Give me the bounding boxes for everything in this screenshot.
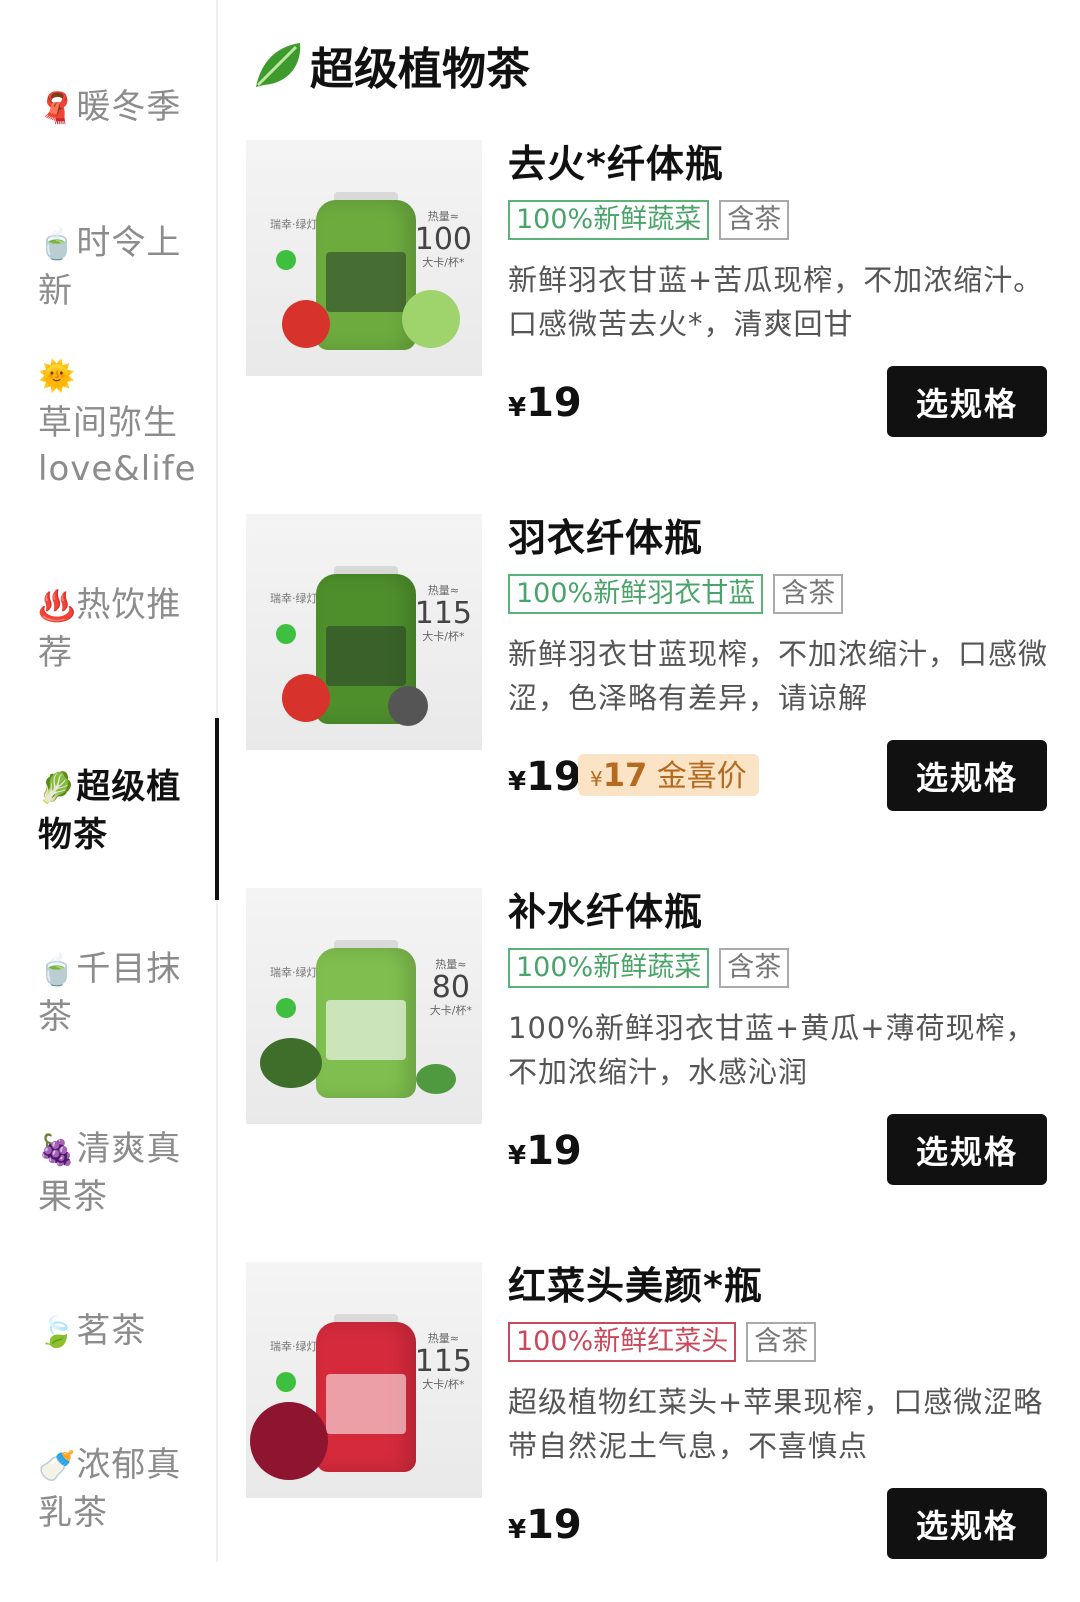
sidebar-item-milk-tea[interactable]: 🍼浓郁真 乳茶 bbox=[38, 1442, 198, 1536]
sidebar-item-matcha[interactable]: 🍵千目抹 茶 bbox=[38, 946, 198, 1040]
select-spec-button[interactable]: 选规格 bbox=[887, 740, 1047, 811]
product-tags: 100%新鲜蔬菜 含茶 bbox=[508, 948, 790, 988]
ingredient-tag: 100%新鲜羽衣甘蓝 bbox=[508, 574, 764, 614]
product-price: ¥19 bbox=[508, 1128, 582, 1174]
sidebar-item-label: 浓郁真 bbox=[76, 1445, 182, 1485]
leaves-icon: 🍃 bbox=[38, 1315, 77, 1350]
product-price: ¥19 bbox=[508, 754, 582, 800]
sidebar-item-warm-winter[interactable]: 🧣暖冬季 bbox=[38, 84, 198, 132]
bottle-label bbox=[326, 626, 406, 686]
select-spec-button[interactable]: 选规格 bbox=[887, 1114, 1047, 1185]
bottle-label bbox=[326, 1000, 406, 1060]
sidebar-item-label-cont: love&life bbox=[38, 449, 197, 489]
product-card[interactable]: 瑞幸·绿灯 热量≈ 115 大卡/杯* 红菜头美颜*瓶 100%新鲜红菜头 含茶 超… bbox=[246, 1262, 1056, 1602]
leafy-green-icon: 🥬 bbox=[38, 771, 77, 806]
green-light-icon bbox=[276, 250, 296, 270]
calorie-badge: 热量≈ 115 大卡/杯* bbox=[414, 1332, 472, 1391]
calorie-badge: 热量≈ 100 大卡/杯* bbox=[414, 210, 472, 269]
select-spec-button[interactable]: 选规格 bbox=[887, 1488, 1047, 1559]
category-title-text: 超级植物茶 bbox=[310, 44, 530, 95]
cucumber-graphic bbox=[260, 1038, 322, 1088]
sidebar-item-seasonal-new[interactable]: 🍵时令上 新 bbox=[38, 220, 198, 314]
sidebar-item-label: 清爽真 bbox=[76, 1129, 182, 1169]
calorie-badge: 热量≈ 80 大卡/杯* bbox=[429, 958, 472, 1017]
category-sidebar: 🧣暖冬季 🍵时令上 新 🌞 草间弥生 love&life ♨️热饮推 荐 🥬超级植… bbox=[0, 0, 218, 1562]
baby-bottle-icon: 🍼 bbox=[38, 1449, 77, 1484]
product-description: 新鲜羽衣甘蓝+苦瓜现榨，不加浓缩汁。口感微苦去火*，清爽回甘 bbox=[508, 263, 1044, 341]
apple-graphic bbox=[282, 674, 330, 722]
calorie-badge: 热量≈ 115 大卡/杯* bbox=[414, 584, 472, 643]
contains-tea-tag: 含茶 bbox=[773, 574, 844, 614]
contains-tea-tag: 含茶 bbox=[746, 1322, 817, 1362]
ingredient-tag: 100%新鲜红菜头 bbox=[508, 1322, 737, 1362]
sidebar-item-label-cont: 新 bbox=[38, 271, 73, 311]
sidebar-item-label: 暖冬季 bbox=[76, 87, 182, 127]
product-name: 红菜头美颜*瓶 bbox=[508, 1264, 763, 1308]
sidebar-item-classic-tea[interactable]: 🍃茗茶 bbox=[38, 1308, 198, 1356]
contains-tea-tag: 含茶 bbox=[719, 200, 790, 240]
bottle-label bbox=[326, 252, 406, 312]
brand-mark: 瑞幸·绿灯 bbox=[270, 966, 318, 979]
product-name: 羽衣纤体瓶 bbox=[508, 516, 704, 560]
sidebar-item-label: 热饮推 bbox=[76, 585, 182, 625]
product-description: 新鲜羽衣甘蓝现榨，不加浓缩汁，口感微涩，色泽略有差异，请谅解 bbox=[508, 637, 1049, 715]
product-card[interactable]: 瑞幸·绿灯 热量≈ 100 大卡/杯* 去火*纤体瓶 100%新鲜蔬菜 含茶 新鲜羽… bbox=[246, 140, 1056, 480]
green-light-icon bbox=[276, 624, 296, 644]
product-image[interactable]: 瑞幸·绿灯 热量≈ 115 大卡/杯* bbox=[246, 514, 482, 750]
product-description: 超级植物红菜头+苹果现榨，口感微涩略带自然泥土气息，不喜慎点 bbox=[508, 1385, 1044, 1463]
product-image[interactable]: 瑞幸·绿灯 热量≈ 80 大卡/杯* bbox=[246, 888, 482, 1124]
product-description: 100%新鲜羽衣甘蓝+黄瓜+薄荷现榨，不加浓缩汁，水感沁润 bbox=[508, 1011, 1036, 1089]
sidebar-item-fruit-tea[interactable]: 🍇清爽真 果茶 bbox=[38, 1126, 198, 1220]
bottle-label bbox=[326, 1374, 406, 1434]
sidebar-item-label-cont: 果茶 bbox=[38, 1177, 108, 1217]
product-price: ¥19 bbox=[508, 380, 582, 426]
sidebar-item-label-cont: 乳茶 bbox=[38, 1493, 108, 1533]
leafy-green-icon bbox=[256, 43, 301, 87]
contains-tea-tag: 含茶 bbox=[719, 948, 790, 988]
ingredient-tag: 100%新鲜蔬菜 bbox=[508, 948, 710, 988]
sidebar-item-label: 超级植 bbox=[76, 767, 182, 807]
product-image[interactable]: 瑞幸·绿灯 热量≈ 100 大卡/杯* bbox=[246, 140, 482, 376]
chia-graphic bbox=[388, 686, 428, 726]
green-light-icon bbox=[276, 1372, 296, 1392]
product-name: 去火*纤体瓶 bbox=[508, 142, 724, 186]
product-tags: 100%新鲜羽衣甘蓝 含茶 bbox=[508, 574, 844, 614]
select-spec-button[interactable]: 选规格 bbox=[887, 366, 1047, 437]
product-tags: 100%新鲜蔬菜 含茶 bbox=[508, 200, 790, 240]
scarf-icon: 🧣 bbox=[38, 91, 77, 126]
category-title: 超级植物茶 bbox=[250, 30, 530, 100]
brand-mark: 瑞幸·绿灯 bbox=[270, 592, 318, 605]
sidebar-item-label: 茗茶 bbox=[76, 1311, 147, 1351]
product-image[interactable]: 瑞幸·绿灯 热量≈ 115 大卡/杯* bbox=[246, 1262, 482, 1498]
grapes-icon: 🍇 bbox=[38, 1133, 77, 1168]
sidebar-item-label: 千目抹 bbox=[76, 949, 182, 989]
apple-graphic bbox=[282, 300, 330, 348]
sidebar-item-super-plant-tea[interactable]: 🥬超级植 物茶 bbox=[38, 764, 198, 858]
sidebar-item-label: 草间弥生 bbox=[38, 403, 178, 443]
promo-price-badge: ¥17 金喜价 bbox=[578, 754, 759, 796]
product-tags: 100%新鲜红菜头 含茶 bbox=[508, 1322, 817, 1362]
hot-springs-icon: ♨️ bbox=[38, 589, 77, 624]
product-name: 补水纤体瓶 bbox=[508, 890, 704, 934]
sidebar-item-label-cont: 茶 bbox=[38, 997, 73, 1037]
green-light-icon bbox=[276, 998, 296, 1018]
sidebar-item-label-cont: 物茶 bbox=[38, 815, 108, 855]
tea-cup-icon: 🍵 bbox=[38, 953, 77, 988]
sun-icon: 🌞 bbox=[38, 359, 77, 394]
product-card[interactable]: 瑞幸·绿灯 热量≈ 80 大卡/杯* 补水纤体瓶 100%新鲜蔬菜 含茶 100%新… bbox=[246, 888, 1056, 1228]
sidebar-item-label-cont: 荐 bbox=[38, 633, 73, 673]
beetroot-graphic bbox=[250, 1402, 328, 1480]
tea-cup-icon: 🍵 bbox=[38, 227, 77, 262]
sidebar-item-label: 时令上 bbox=[76, 223, 182, 263]
product-price: ¥19 bbox=[508, 1502, 582, 1548]
brand-mark: 瑞幸·绿灯 bbox=[270, 218, 318, 231]
sidebar-item-hot-drinks[interactable]: ♨️热饮推 荐 bbox=[38, 582, 198, 676]
ingredient-tag: 100%新鲜蔬菜 bbox=[508, 200, 710, 240]
sidebar-active-indicator bbox=[215, 718, 219, 900]
sidebar-item-kusama[interactable]: 🌞 草间弥生 love&life bbox=[38, 354, 198, 492]
bitter-melon-graphic bbox=[402, 290, 460, 348]
mint-graphic bbox=[416, 1064, 456, 1094]
product-card[interactable]: 瑞幸·绿灯 热量≈ 115 大卡/杯* 羽衣纤体瓶 100%新鲜羽衣甘蓝 含茶 新鲜… bbox=[246, 514, 1056, 854]
brand-mark: 瑞幸·绿灯 bbox=[270, 1340, 318, 1353]
